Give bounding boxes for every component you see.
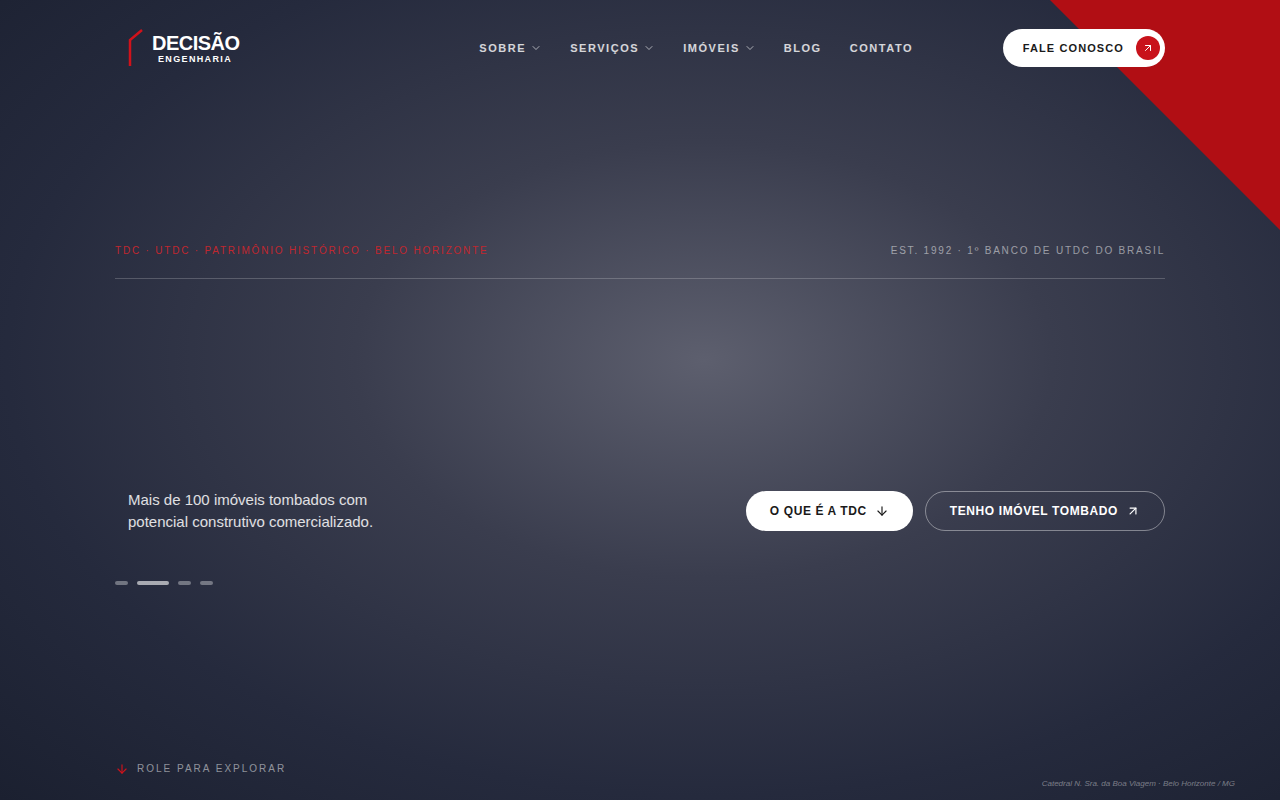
nav-item[interactable]: BLOG	[784, 40, 822, 57]
slide-dot[interactable]	[178, 581, 191, 585]
logo-name: DECISÃO	[152, 33, 240, 53]
hero-content: DECISÃO ENGENHARIA SOBRE SERVIÇOS IMÓVEIS BLO…	[0, 0, 1280, 800]
eyebrow-left: TDC · UTDC · PATRIMÔNIO HISTÓRICO · BELO…	[115, 243, 489, 258]
hero-buttons: O QUE É A TDC TENHO IMÓVEL TOMBADO	[746, 491, 1165, 531]
contact-button[interactable]: FALE CONOSCO	[1003, 29, 1165, 67]
photo-caption: Catedral N. Sra. da Boa Viagem · Belo Ho…	[1042, 778, 1235, 790]
chevron-down-icon	[643, 42, 655, 54]
logo[interactable]: DECISÃO ENGENHARIA	[128, 28, 240, 68]
nav-item[interactable]: SOBRE	[479, 40, 542, 57]
arrow-up-right-icon	[1126, 504, 1140, 518]
arrow-down-icon	[115, 762, 129, 776]
hero-tagline: Mais de 100 imóveis tombados com potenci…	[128, 489, 418, 533]
main-nav: SOBRE SERVIÇOS IMÓVEIS BLOG CONTATO	[479, 40, 913, 57]
outline-button[interactable]: TENHO IMÓVEL TOMBADO	[925, 491, 1165, 531]
nav-item[interactable]: SERVIÇOS	[570, 40, 655, 57]
primary-button[interactable]: O QUE É A TDC	[746, 491, 913, 531]
slide-dots	[115, 581, 1165, 585]
hero-row: Mais de 100 imóveis tombados com potenci…	[115, 489, 1165, 533]
footer-row: ROLE PARA EXPLORAR Catedral N. Sra. da Bo…	[115, 761, 1235, 800]
logo-subtitle: ENGENHARIA	[158, 55, 240, 64]
nav-item[interactable]: CONTATO	[850, 40, 913, 57]
house-logo-icon	[128, 28, 148, 68]
chevron-down-icon	[530, 42, 542, 54]
nav-item[interactable]: IMÓVEIS	[683, 40, 756, 57]
slide-dot[interactable]	[200, 581, 213, 585]
hero-photo	[0, 0, 1280, 800]
slide-dot[interactable]	[115, 581, 128, 585]
arrow-circle	[1136, 36, 1160, 60]
slide-dot[interactable]	[137, 581, 169, 585]
chevron-down-icon	[744, 42, 756, 54]
scroll-hint[interactable]: ROLE PARA EXPLORAR	[115, 761, 286, 776]
hero-page: DECISÃO ENGENHARIA SOBRE SERVIÇOS IMÓVEIS BLO…	[0, 0, 1280, 800]
header: DECISÃO ENGENHARIA SOBRE SERVIÇOS IMÓVEIS BLO…	[115, 0, 1165, 68]
arrow-down-icon	[875, 504, 889, 518]
eyebrow-row: TDC · UTDC · PATRIMÔNIO HISTÓRICO · BELO…	[115, 243, 1165, 279]
eyebrow-right: EST. 1992 · 1º BANCO DE UTDC DO BRASIL	[891, 243, 1165, 258]
arrow-up-right-icon	[1142, 42, 1154, 54]
